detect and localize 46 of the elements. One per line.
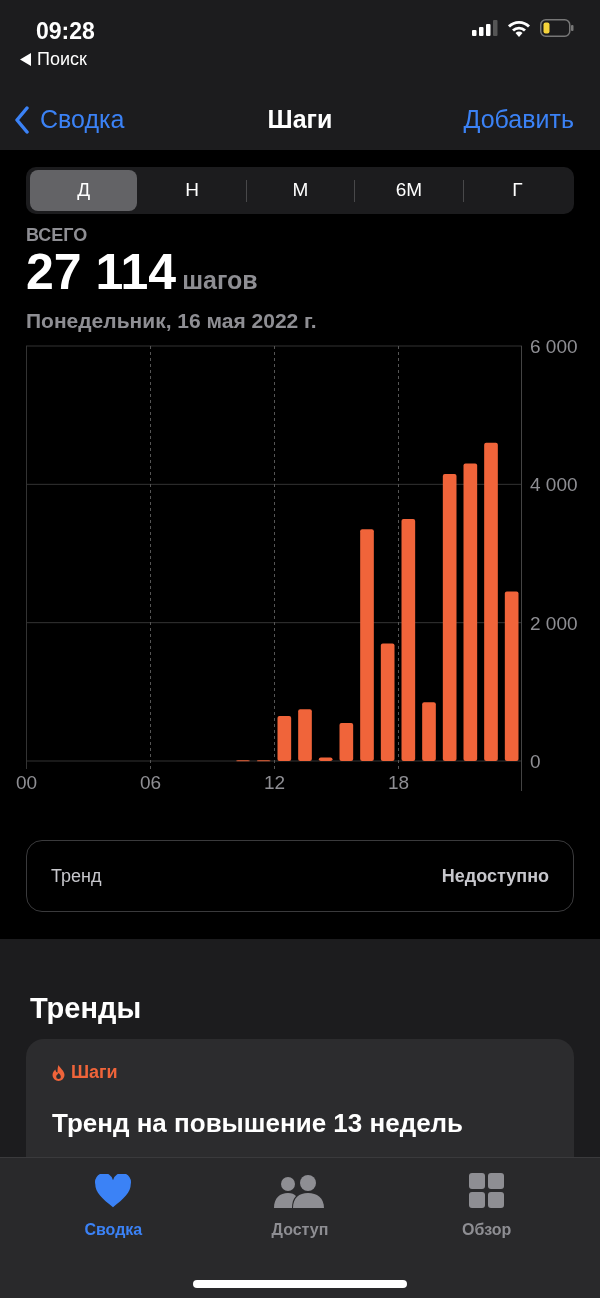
axis-label: 2 000 — [530, 612, 578, 634]
total-unit: шагов — [182, 265, 258, 296]
axis-label: 6 000 — [530, 336, 578, 357]
trend-row[interactable]: Тренд Недоступно — [26, 840, 574, 912]
segment-tab[interactable]: Г — [463, 170, 572, 211]
page-title: Шаги — [267, 104, 333, 136]
segment-tab[interactable]: 6М — [355, 170, 463, 211]
axis-label: 0 — [530, 751, 541, 772]
people-icon — [274, 1174, 326, 1208]
axis-label: 4 000 — [530, 474, 578, 496]
wifi-icon — [507, 19, 531, 37]
bar — [422, 702, 436, 761]
bar — [339, 722, 354, 761]
battery-icon — [540, 19, 574, 37]
trend-value: Недоступно — [441, 864, 549, 888]
section-title: Тренды — [29, 991, 143, 1025]
total-value: 27 114 — [26, 246, 177, 298]
tab-bar-item[interactable]: Обзор — [426, 1172, 547, 1242]
axis-label: 18 — [387, 772, 410, 793]
bar — [298, 709, 312, 761]
chevron-left-icon — [14, 106, 30, 134]
bar — [318, 757, 333, 761]
tab-bar-item[interactable]: Доступ — [240, 1172, 360, 1242]
date-label: Понедельник, 16 мая 2022 г. — [26, 308, 318, 334]
add-button[interactable]: Добавить — [463, 101, 586, 139]
card-category: Шаги — [71, 1061, 118, 1084]
tab-bar-item[interactable]: Сводка — [53, 1172, 174, 1242]
grid-icon — [468, 1173, 505, 1209]
bar — [277, 716, 292, 761]
axis-label: 06 — [139, 772, 162, 793]
back-button[interactable]: Сводка — [14, 101, 125, 139]
segment-tab[interactable]: М — [246, 170, 355, 211]
flame-icon — [52, 1064, 65, 1081]
trend-label: Тренд — [51, 864, 102, 888]
segment-tab[interactable]: Д — [30, 170, 138, 211]
back-app-link[interactable]: Поиск — [37, 49, 87, 69]
segment-tab[interactable]: Н — [138, 170, 246, 211]
trend-card[interactable]: Шаги Тренд на повышение 13 недель — [26, 1039, 574, 1157]
total-label: ВСЕГО — [26, 224, 89, 246]
axis-label: 00 — [15, 772, 38, 793]
heart-icon — [94, 1174, 133, 1208]
back-triangle-icon — [20, 52, 31, 66]
status-time: 09:28 — [36, 17, 95, 46]
signal-icon — [472, 20, 498, 36]
axis-label: 12 — [263, 772, 286, 793]
card-text: Тренд на повышение 13 недель — [52, 1107, 465, 1140]
